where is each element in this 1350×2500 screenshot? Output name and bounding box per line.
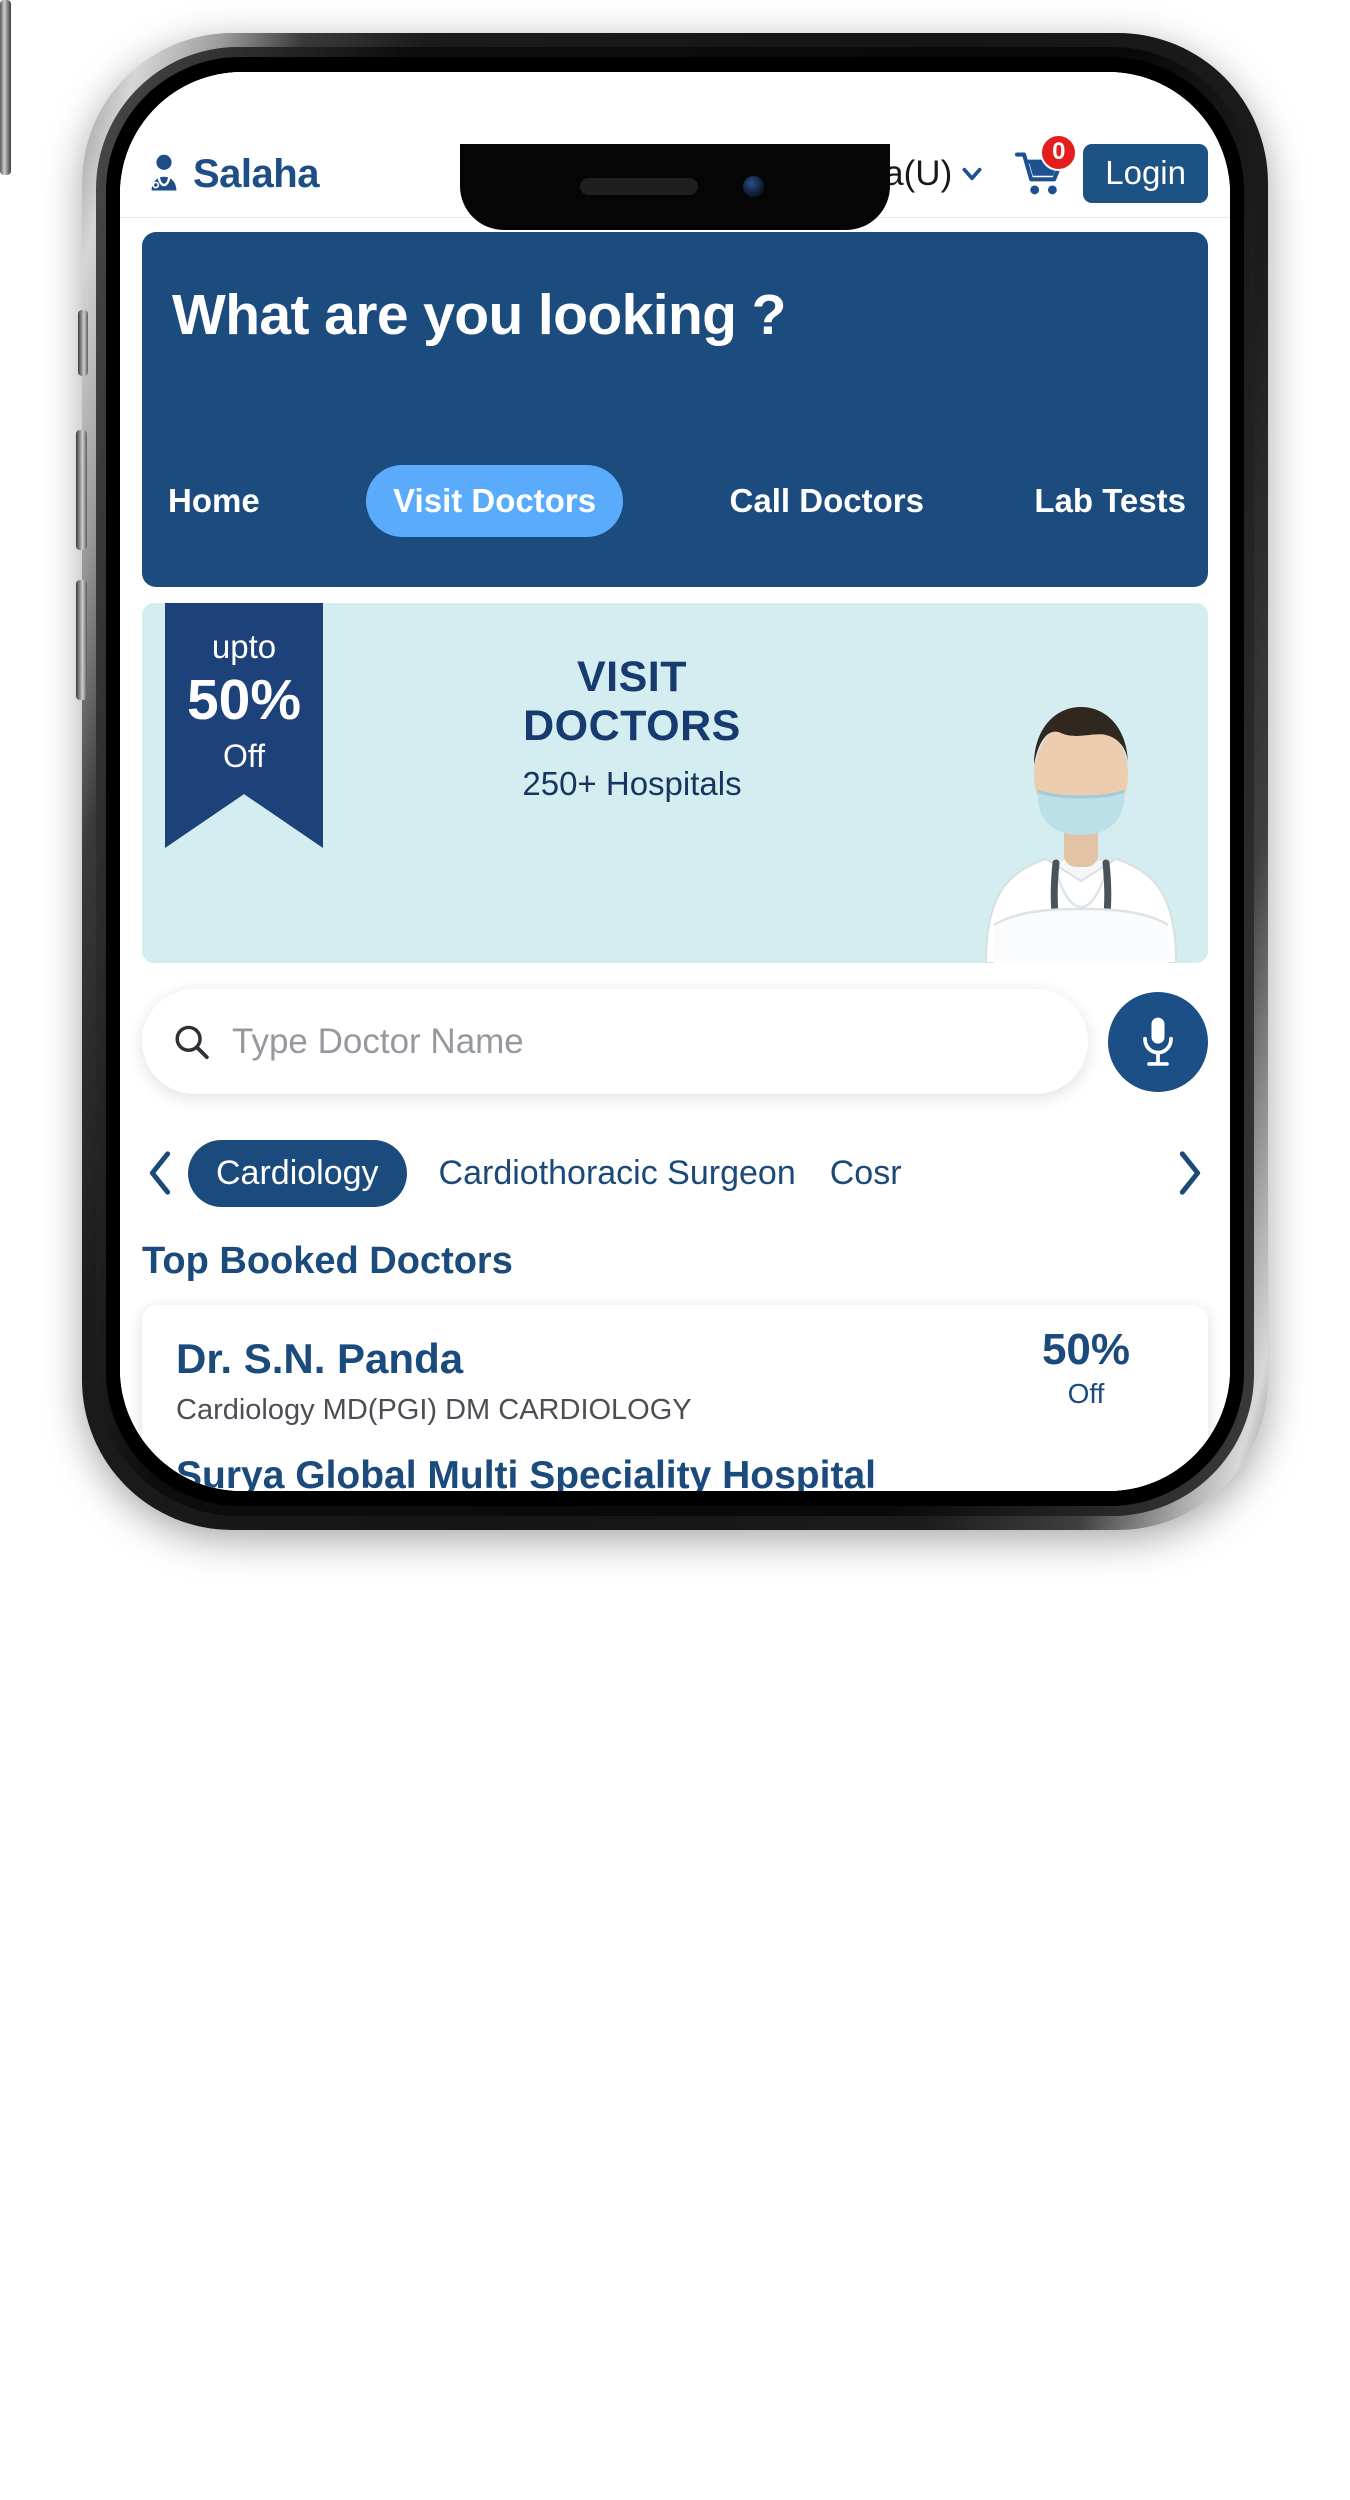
silent-switch-button[interactable] bbox=[78, 310, 88, 376]
hero-tab-call-doctors[interactable]: Call Doctors bbox=[726, 476, 928, 526]
hero-tabs: Home Visit Doctors Call Doctors Lab Test… bbox=[164, 465, 1190, 537]
promo-line-1: VISIT bbox=[576, 653, 688, 701]
cart-count-badge: 0 bbox=[1040, 133, 1078, 171]
category-chip-cosmetic[interactable]: Cosr bbox=[828, 1147, 904, 1200]
chevron-left-icon bbox=[149, 1151, 171, 1195]
power-button[interactable] bbox=[0, 0, 11, 175]
ribbon-percent: 50% bbox=[186, 668, 302, 733]
hero-tab-home[interactable]: Home bbox=[164, 476, 264, 526]
hospital-name: Surya Global Multi Speciality Hospital bbox=[176, 1454, 876, 1491]
search-input[interactable] bbox=[232, 1021, 1058, 1062]
hero-section: What are you looking ? Home Visit Doctor… bbox=[142, 232, 1208, 587]
chevron-right-icon bbox=[1179, 1151, 1201, 1195]
doctor-photo bbox=[984, 707, 1178, 963]
section-title-top-booked-doctors: Top Booked Doctors bbox=[142, 1240, 513, 1282]
hero-title: What are you looking ? bbox=[172, 283, 786, 347]
cart-button[interactable]: 0 bbox=[1015, 133, 1078, 197]
category-chip-cardiothoracic-surgeon[interactable]: Cardiothoracic Surgeon bbox=[437, 1147, 798, 1200]
microphone-icon bbox=[1143, 1017, 1173, 1066]
volume-down-button[interactable] bbox=[76, 580, 87, 700]
promo-text-block: VISIT DOCTORS 250+ Hospitals bbox=[432, 653, 832, 803]
search-icon bbox=[175, 1025, 209, 1059]
volume-up-button[interactable] bbox=[76, 430, 87, 550]
promo-line-3: 250+ Hospitals bbox=[522, 764, 742, 802]
category-chips-scroll[interactable]: Cardiology Cardiothoracic Surgeon Cosr bbox=[188, 1139, 1162, 1207]
search-box[interactable] bbox=[142, 989, 1088, 1094]
app-viewport: Salaha Kakinada(U) bbox=[120, 72, 1230, 1491]
phone-screen: Salaha Kakinada(U) bbox=[120, 72, 1230, 1491]
discount-badge-percent: 50% bbox=[1041, 1325, 1131, 1374]
chevron-down-icon[interactable] bbox=[959, 161, 985, 187]
ribbon-off-label: Off bbox=[222, 737, 266, 774]
phone-notch bbox=[460, 144, 890, 230]
front-camera-icon bbox=[743, 176, 764, 197]
promo-banner[interactable]: upto 50% Off VISIT DOCTORS 250+ Hospital… bbox=[142, 603, 1208, 963]
discount-ribbon: upto 50% Off bbox=[165, 603, 323, 848]
promo-line-2: DOCTORS bbox=[523, 702, 741, 751]
app-logo[interactable]: Salaha bbox=[142, 152, 319, 196]
hero-tab-visit-doctors[interactable]: Visit Doctors bbox=[366, 465, 624, 537]
voice-search-button[interactable] bbox=[1108, 991, 1208, 1092]
ribbon-upto-label: upto bbox=[211, 628, 277, 665]
doctor-avatar-icon bbox=[151, 154, 177, 190]
search-row bbox=[142, 989, 1208, 1094]
login-button[interactable]: Login bbox=[1083, 144, 1208, 203]
category-chip-cardiology[interactable]: Cardiology bbox=[188, 1139, 407, 1207]
logo-text: Salaha bbox=[193, 151, 319, 196]
categories-prev-button[interactable] bbox=[142, 1150, 178, 1196]
category-chips-row: Cardiology Cardiothoracic Surgeon Cosr bbox=[142, 1130, 1208, 1216]
discount-badge-label: Off bbox=[1067, 1378, 1105, 1410]
earpiece-speaker bbox=[580, 178, 698, 195]
categories-next-button[interactable] bbox=[1172, 1150, 1208, 1196]
screenshot-root: Salaha Kakinada(U) bbox=[0, 0, 1350, 2500]
hero-tab-lab-tests[interactable]: Lab Tests bbox=[1030, 476, 1190, 526]
doctor-card[interactable]: 50% Off Dr. S.N. Panda Cardiology MD(PGI… bbox=[142, 1305, 1208, 1491]
app-scroll-body[interactable]: What are you looking ? Home Visit Doctor… bbox=[120, 218, 1230, 1491]
